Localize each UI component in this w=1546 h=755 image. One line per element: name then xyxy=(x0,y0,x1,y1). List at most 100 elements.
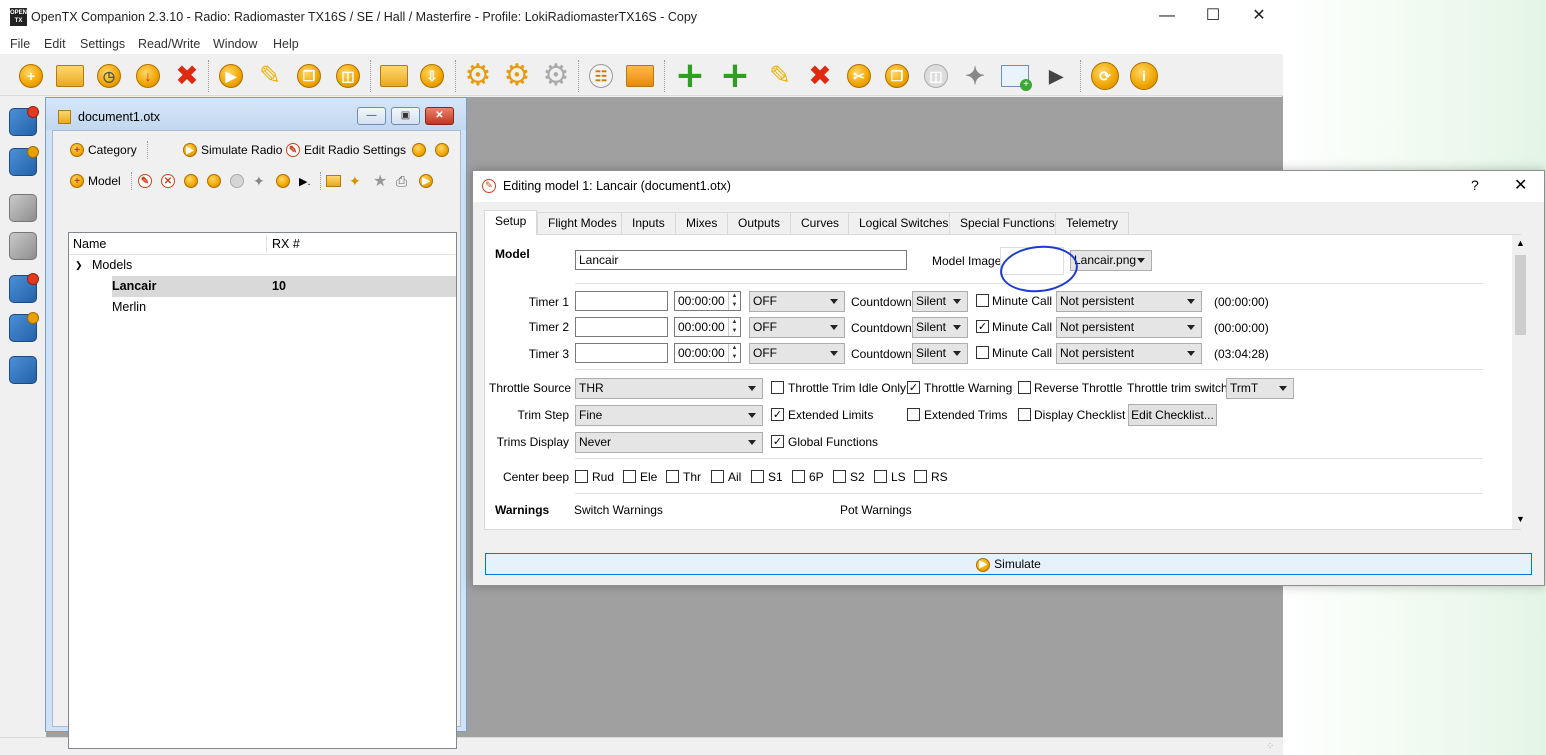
throttle-trim-idle-checkbox[interactable] xyxy=(771,381,784,394)
center-beep-checkbox[interactable] xyxy=(666,470,679,483)
menu-settings[interactable]: Settings xyxy=(80,37,125,51)
simulate-model-icon[interactable]: ▶ xyxy=(419,168,437,194)
update-icon[interactable]: ⟳ xyxy=(1089,60,1121,92)
minute-call-checkbox[interactable]: ✓ xyxy=(976,320,989,333)
persistent-select[interactable]: Not persistent xyxy=(1056,343,1202,364)
center-beep-checkbox[interactable] xyxy=(914,470,927,483)
star-icon[interactable]: ★ xyxy=(373,168,387,194)
read-radio-icon[interactable] xyxy=(6,105,40,139)
tree-row[interactable]: Merlin xyxy=(69,297,456,318)
tab-logical-switches[interactable]: Logical Switches xyxy=(848,212,960,235)
write-settings-icon[interactable] xyxy=(6,311,40,345)
delete-icon[interactable]: ✖ xyxy=(804,60,836,92)
recent-icon[interactable]: ◷ xyxy=(93,60,125,92)
scroll-down-icon[interactable]: ▼ xyxy=(1516,514,1525,524)
help-button[interactable]: ? xyxy=(1471,177,1479,193)
minute-call-checkbox[interactable] xyxy=(976,294,989,307)
throttle-warning-checkbox[interactable]: ✓ xyxy=(907,381,920,394)
write-icon[interactable]: ⇩ xyxy=(416,60,448,92)
delete-model-small-icon[interactable]: ✕ xyxy=(161,168,179,194)
cut-small-icon[interactable] xyxy=(184,168,202,194)
menu-read-write[interactable]: Read/Write xyxy=(138,37,200,51)
center-beep-checkbox[interactable] xyxy=(792,470,805,483)
copy-icon[interactable]: ❐ xyxy=(293,60,325,92)
paste-icon[interactable]: ◫ xyxy=(332,60,364,92)
magic-wand-icon[interactable]: ✦ xyxy=(349,168,361,194)
tree-row[interactable]: Lancair 10 xyxy=(69,276,456,297)
wizard-icon[interactable]: ✦ xyxy=(959,60,991,92)
center-beep-checkbox[interactable] xyxy=(623,470,636,483)
timer-name-field[interactable] xyxy=(575,317,668,337)
tree-group-models[interactable]: ❯ Models xyxy=(69,255,456,276)
read-settings-icon[interactable] xyxy=(6,272,40,306)
folder-small-icon[interactable] xyxy=(326,168,341,194)
timer-mode-select[interactable]: OFF xyxy=(749,317,845,338)
countdown-select[interactable]: Silent xyxy=(912,291,968,312)
sort-small-icon[interactable] xyxy=(276,168,294,194)
extended-limits-checkbox[interactable]: ✓ xyxy=(771,408,784,421)
persistent-select[interactable]: Not persistent xyxy=(1056,291,1202,312)
more-icon[interactable]: ▶ xyxy=(1040,60,1072,92)
timer-mode-select[interactable]: OFF xyxy=(749,343,845,364)
profile-icon[interactable]: ⚙ xyxy=(501,60,533,92)
timer-name-field[interactable] xyxy=(575,343,668,363)
category-button[interactable]: + Category xyxy=(70,137,137,163)
countdown-select[interactable]: Silent xyxy=(912,317,968,338)
model-image-select[interactable]: Lancair.png xyxy=(1070,250,1152,271)
menu-file[interactable]: File xyxy=(10,37,30,51)
center-beep-checkbox[interactable] xyxy=(575,470,588,483)
tab-telemetry[interactable]: Telemetry xyxy=(1055,212,1130,235)
tab-outputs[interactable]: Outputs xyxy=(727,212,792,235)
timer-time-spinner[interactable]: 00:00:00 ▲ ▼ xyxy=(674,343,741,363)
timer-mode-select[interactable]: OFF xyxy=(749,291,845,312)
display-checklist-checkbox[interactable] xyxy=(1018,408,1031,421)
add-model-icon-2[interactable]: + xyxy=(719,58,751,94)
read-folder-icon[interactable] xyxy=(378,60,410,92)
read-backup-icon[interactable] xyxy=(6,191,40,225)
global-functions-checkbox[interactable]: ✓ xyxy=(771,435,784,448)
print-icon[interactable]: ⎙ xyxy=(396,168,407,194)
new-icon[interactable]: + xyxy=(15,60,47,92)
close-icon[interactable]: ✖ xyxy=(171,60,203,92)
menu-help[interactable]: Help xyxy=(273,37,299,51)
simulate-icon[interactable]: ▶ xyxy=(215,60,247,92)
scroll-up-icon[interactable]: ▲ xyxy=(1516,238,1525,248)
menu-edit[interactable]: Edit xyxy=(44,37,66,51)
radio-config-icon[interactable] xyxy=(6,353,40,387)
center-beep-checkbox[interactable] xyxy=(711,470,724,483)
sd-sync-icon[interactable] xyxy=(624,60,656,92)
simulate-button[interactable]: ▶ Simulate xyxy=(485,553,1532,575)
model-name-field[interactable]: Lancair xyxy=(575,250,907,270)
open-folder-icon[interactable] xyxy=(54,60,86,92)
close-button[interactable]: ✕ xyxy=(1236,0,1282,34)
center-beep-checkbox[interactable] xyxy=(751,470,764,483)
dialog-close-button[interactable]: ✕ xyxy=(1514,175,1527,195)
cut-icon[interactable]: ✂ xyxy=(843,60,875,92)
expand-arrow-icon[interactable]: ❯ xyxy=(75,255,83,276)
edit-icon[interactable]: ✎ xyxy=(254,60,286,92)
save-icon[interactable]: ↓ xyxy=(132,60,164,92)
extended-trims-checkbox[interactable] xyxy=(907,408,920,421)
more-small-icon[interactable]: ▶. xyxy=(299,168,311,194)
edit-radio-settings-button[interactable]: ✎ Edit Radio Settings xyxy=(286,137,406,163)
paste-settings-icon[interactable] xyxy=(435,137,453,163)
edit-model-icon[interactable]: ✎ xyxy=(764,60,796,92)
settings-icon[interactable]: ⚙ xyxy=(462,60,494,92)
add-model-icon[interactable]: + xyxy=(674,58,706,94)
copy-model-icon[interactable]: ❐ xyxy=(881,60,913,92)
doc-maximize-button[interactable]: ▣ xyxy=(391,107,420,125)
timer-time-spinner[interactable]: 00:00:00 ▲ ▼ xyxy=(674,291,741,311)
doc-close-button[interactable]: ✕ xyxy=(425,107,454,125)
throttle-source-select[interactable]: THR xyxy=(575,378,763,399)
tab-flight-modes[interactable]: Flight Modes xyxy=(537,212,628,235)
column-name[interactable]: Name xyxy=(73,237,106,251)
tab-inputs[interactable]: Inputs xyxy=(621,212,676,235)
model-button[interactable]: + Model xyxy=(70,168,121,194)
edit-model-small-icon[interactable]: ✎ xyxy=(138,168,156,194)
scrollbar[interactable]: ▲ ▼ xyxy=(1512,235,1529,529)
tab-setup[interactable]: Setup xyxy=(484,210,538,235)
center-beep-checkbox[interactable] xyxy=(874,470,887,483)
minimize-button[interactable]: — xyxy=(1144,0,1190,34)
scroll-thumb[interactable] xyxy=(1515,255,1526,335)
trim-step-select[interactable]: Fine xyxy=(575,405,763,426)
